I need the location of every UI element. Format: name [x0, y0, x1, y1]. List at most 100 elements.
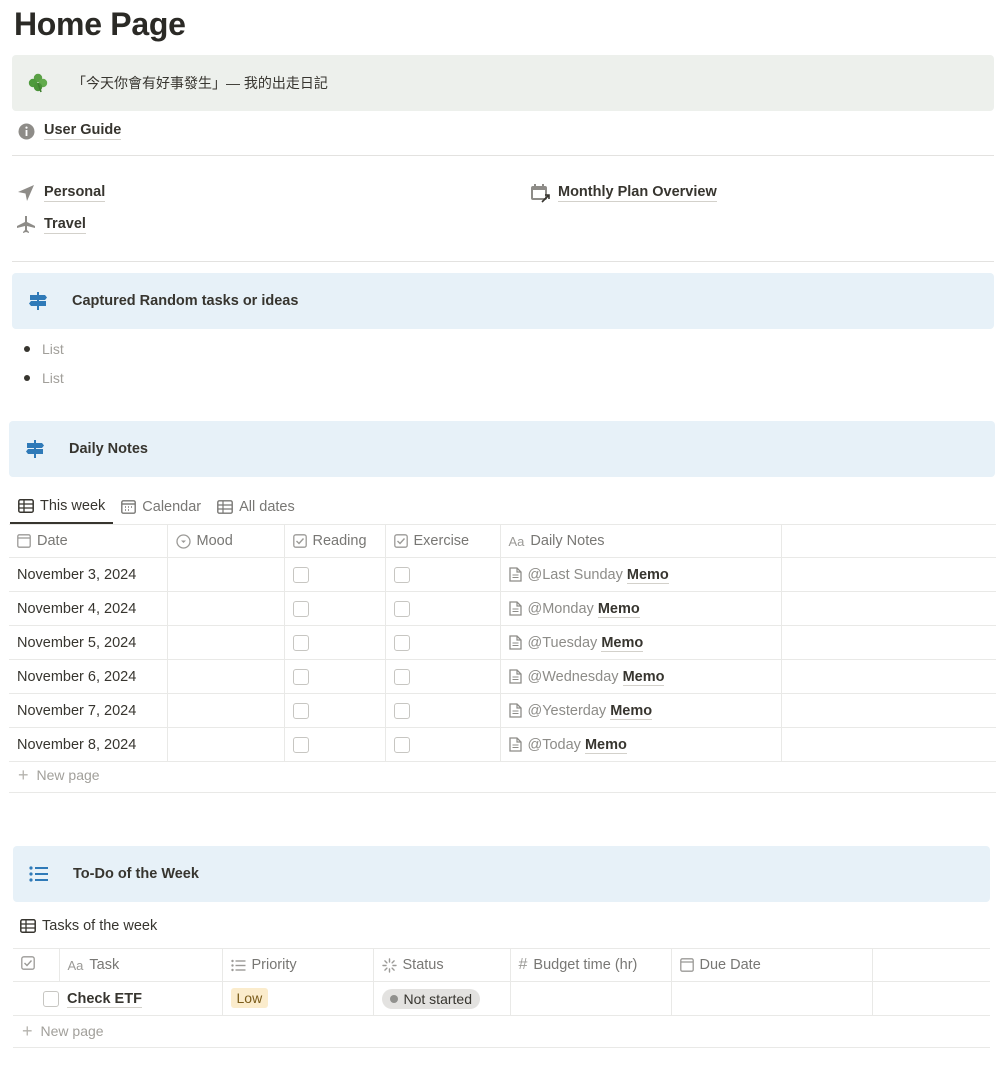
reading-cell[interactable] [284, 591, 386, 626]
memo-link[interactable]: Memo [601, 634, 644, 652]
navigation-arrow-icon [16, 183, 36, 203]
memo-link[interactable]: Memo [626, 566, 669, 584]
reading-cell[interactable] [284, 557, 386, 592]
tasks-db-title[interactable]: Tasks of the week [20, 918, 157, 934]
daily-note-cell[interactable]: @Monday Memo [500, 591, 782, 626]
column-header-done[interactable] [13, 948, 60, 982]
daily-notes-callout: Daily Notes [9, 421, 995, 477]
task-title-cell[interactable]: Check ETF [59, 981, 223, 1016]
table-row[interactable]: November 4, 2024 @Monday Memo [9, 591, 996, 626]
exercise-cell[interactable] [385, 693, 501, 728]
column-header-priority[interactable]: Priority [222, 948, 374, 982]
reading-checkbox[interactable] [292, 600, 309, 617]
exercise-cell[interactable] [385, 557, 501, 592]
tab-calendar[interactable]: Calendar [113, 490, 209, 524]
budget-cell[interactable] [510, 981, 672, 1016]
daily-note-cell[interactable]: @Wednesday Memo [500, 659, 782, 694]
column-header-exercise[interactable]: Exercise [385, 524, 501, 558]
exercise-cell[interactable] [385, 591, 501, 626]
date-cell[interactable]: November 3, 2024 [9, 557, 168, 592]
divider [12, 261, 994, 262]
exercise-checkbox[interactable] [393, 600, 410, 617]
daily-note-cell[interactable]: @Tuesday Memo [500, 625, 782, 660]
tab-all-dates[interactable]: All dates [209, 490, 303, 524]
column-header-budget[interactable]: # Budget time (hr) [510, 948, 672, 982]
table-row[interactable]: November 5, 2024 @Tuesday Memo [9, 625, 996, 660]
column-header-mood[interactable]: Mood [167, 524, 285, 558]
mood-cell[interactable] [167, 659, 285, 694]
priority-cell[interactable]: Low [222, 981, 374, 1016]
exercise-cell[interactable] [385, 625, 501, 660]
mood-cell[interactable] [167, 727, 285, 762]
daily-note-cell[interactable]: @Last Sunday Memo [500, 557, 782, 592]
mood-cell[interactable] [167, 625, 285, 660]
date-mention[interactable]: @Yesterday [528, 703, 607, 719]
exercise-checkbox[interactable] [393, 566, 410, 583]
exercise-checkbox[interactable] [393, 634, 410, 651]
reading-checkbox[interactable] [292, 702, 309, 719]
daily-note-cell[interactable]: @Today Memo [500, 727, 782, 762]
exercise-cell[interactable] [385, 727, 501, 762]
column-header-due-date[interactable]: Due Date [671, 948, 873, 982]
exercise-cell[interactable] [385, 659, 501, 694]
daily-note-cell[interactable]: @Yesterday Memo [500, 693, 782, 728]
new-page-button[interactable]: + New page [18, 766, 100, 784]
exercise-checkbox[interactable] [393, 668, 410, 685]
mood-cell[interactable] [167, 693, 285, 728]
date-cell[interactable]: November 6, 2024 [9, 659, 168, 694]
table-row[interactable]: November 8, 2024 @Today Memo [9, 727, 996, 762]
personal-link[interactable]: Personal [16, 183, 106, 203]
table-row[interactable]: November 3, 2024 @Last Sunday Memo [9, 557, 996, 592]
task-checkbox-cell[interactable] [13, 981, 59, 1016]
column-header-reading[interactable]: Reading [284, 524, 386, 558]
table-row[interactable]: November 6, 2024 @Wednesday Memo [9, 659, 996, 694]
reading-cell[interactable] [284, 727, 386, 762]
date-mention[interactable]: @Tuesday [528, 635, 598, 651]
reading-checkbox[interactable] [292, 634, 309, 651]
date-mention[interactable]: @Wednesday [528, 669, 619, 685]
memo-link[interactable]: Memo [597, 600, 640, 618]
memo-link[interactable]: Memo [610, 702, 653, 720]
quote-text: 「今天你會有好事發生」— 我的出走日記 [72, 75, 328, 91]
user-guide-link[interactable]: User Guide [16, 121, 122, 141]
date-cell[interactable]: November 7, 2024 [9, 693, 168, 728]
reading-checkbox[interactable] [292, 668, 309, 685]
mood-cell[interactable] [167, 557, 285, 592]
date-mention[interactable]: @Today [528, 737, 581, 753]
new-page-button[interactable]: + New page [22, 1022, 104, 1040]
table-row[interactable]: November 7, 2024 @Yesterday Memo [9, 693, 996, 728]
memo-link[interactable]: Memo [622, 668, 665, 686]
table-header-row: Aa Task Priority Status # Budget time (h… [13, 948, 990, 982]
page-icon [508, 703, 522, 718]
list-item[interactable]: List [24, 370, 64, 386]
column-header-date[interactable]: Date [9, 524, 168, 558]
table-row[interactable]: Check ETF Low Not started [13, 981, 990, 1016]
reading-checkbox[interactable] [292, 736, 309, 753]
exercise-checkbox[interactable] [393, 736, 410, 753]
monthly-plan-link[interactable]: Monthly Plan Overview [530, 183, 717, 203]
tab-this-week[interactable]: This week [10, 490, 114, 524]
date-cell[interactable]: November 4, 2024 [9, 591, 168, 626]
date-cell[interactable]: November 8, 2024 [9, 727, 168, 762]
empty-cell [781, 727, 996, 762]
exercise-checkbox[interactable] [393, 702, 410, 719]
status-cell[interactable]: Not started [373, 981, 511, 1016]
reading-cell[interactable] [284, 625, 386, 660]
column-header-daily-notes[interactable]: Aa Daily Notes [500, 524, 782, 558]
date-cell[interactable]: November 5, 2024 [9, 625, 168, 660]
mood-cell[interactable] [167, 591, 285, 626]
reading-cell[interactable] [284, 659, 386, 694]
due-date-cell[interactable] [671, 981, 873, 1016]
reading-cell[interactable] [284, 693, 386, 728]
memo-link[interactable]: Memo [584, 736, 627, 754]
date-mention[interactable]: @Monday [528, 601, 594, 617]
date-mention[interactable]: @Last Sunday [528, 567, 623, 583]
column-header-task[interactable]: Aa Task [59, 948, 223, 982]
table-header-row: Date Mood Reading Exercise Aa Daily Note… [9, 524, 996, 558]
list-item[interactable]: List [24, 341, 64, 357]
reading-checkbox[interactable] [292, 566, 309, 583]
travel-link[interactable]: Travel [16, 215, 86, 235]
bullet-dot [24, 375, 30, 381]
column-header-status[interactable]: Status [373, 948, 511, 982]
task-checkbox[interactable] [43, 990, 59, 1007]
